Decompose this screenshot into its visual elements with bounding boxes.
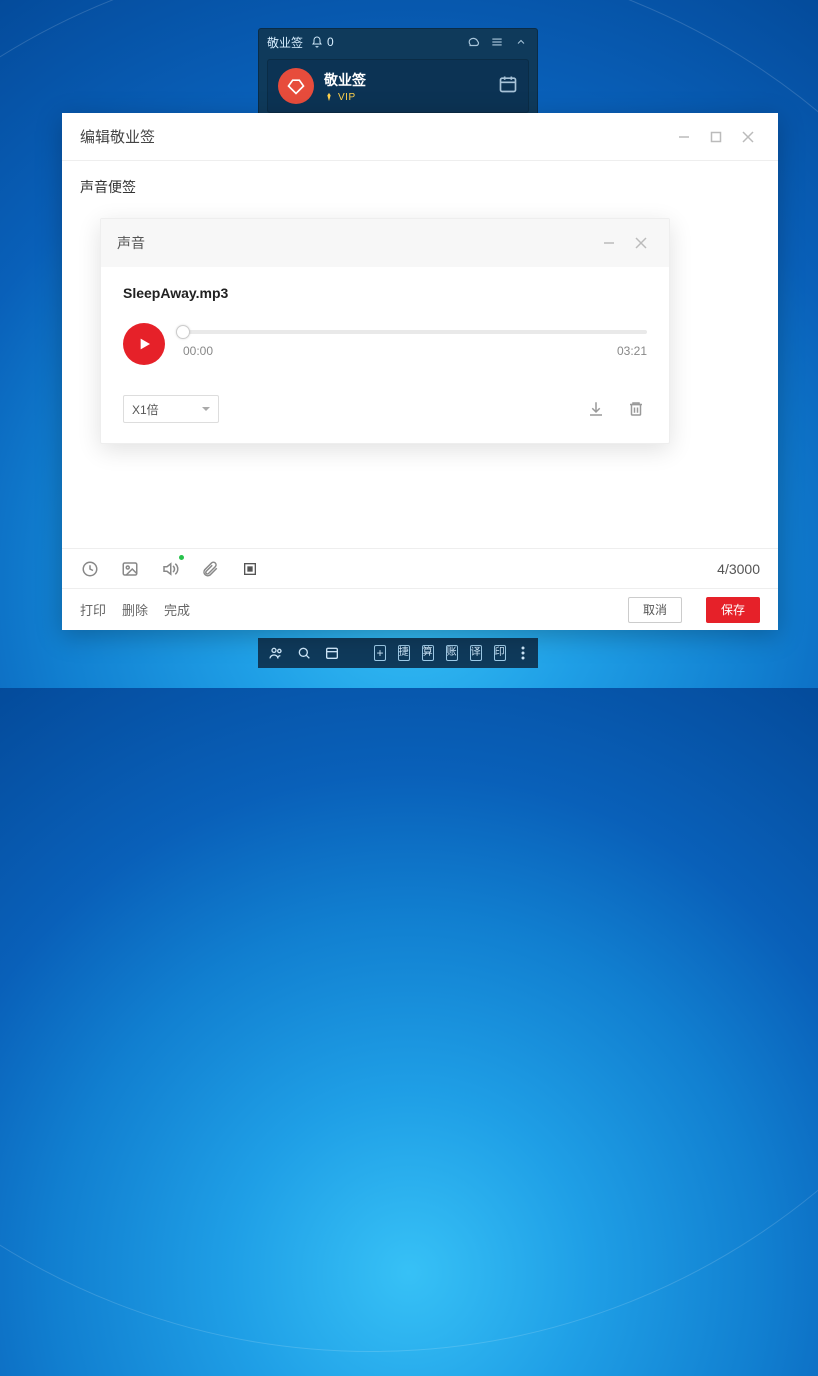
sound-panel-title: 声音 — [117, 233, 145, 253]
sync-icon[interactable] — [465, 34, 481, 50]
trash-button[interactable] — [625, 398, 647, 420]
stop-icon[interactable] — [240, 559, 260, 579]
cancel-button[interactable]: 取消 — [628, 597, 682, 623]
attachment-icon[interactable] — [200, 559, 220, 579]
minimize-button[interactable] — [672, 125, 696, 149]
speed-select-value: X1倍 — [132, 401, 159, 418]
progress-track[interactable] — [183, 330, 647, 334]
background-app-footer: + 捷 算 账 译 印 — [258, 638, 538, 668]
maximize-button[interactable] — [704, 125, 728, 149]
audio-player: 00:00 03:21 — [123, 323, 647, 365]
time-icon[interactable] — [80, 559, 100, 579]
sound-panel-titlebar: 声音 — [101, 219, 669, 267]
calendar-icon[interactable] — [498, 74, 518, 99]
sound-minimize-button[interactable] — [597, 231, 621, 255]
image-icon[interactable] — [120, 559, 140, 579]
footer-tile-2[interactable]: 账 — [446, 645, 458, 661]
print-link[interactable]: 打印 — [80, 600, 106, 619]
add-tile-button[interactable]: + — [374, 645, 385, 661]
modal-action-bar: 打印 删除 完成 取消 保存 — [62, 588, 778, 630]
background-app-title: 敬业签 — [267, 34, 303, 51]
contacts-icon[interactable] — [268, 645, 284, 661]
modal-titlebar: 编辑敬业签 — [62, 113, 778, 161]
calendar-small-icon[interactable] — [324, 645, 340, 661]
vip-badge: VIP — [324, 92, 366, 103]
progress-knob[interactable] — [176, 325, 190, 339]
modal-title-text: 编辑敬业签 — [80, 126, 155, 147]
sound-icon[interactable] — [160, 559, 180, 579]
note-type-label: 声音便签 — [80, 177, 760, 197]
close-button[interactable] — [736, 125, 760, 149]
more-icon[interactable] — [518, 645, 528, 661]
diamond-icon — [324, 92, 334, 102]
done-link[interactable]: 完成 — [164, 600, 190, 619]
footer-tile-3[interactable]: 译 — [470, 645, 482, 661]
collapse-icon[interactable] — [513, 34, 529, 50]
download-button[interactable] — [585, 398, 607, 420]
footer-tile-1[interactable]: 算 — [422, 645, 434, 661]
search-icon[interactable] — [296, 645, 312, 661]
delete-link[interactable]: 删除 — [122, 600, 148, 619]
speed-select[interactable]: X1倍 — [123, 395, 219, 423]
background-app-window: 敬业签 0 敬业签 VIP — [258, 28, 538, 122]
audio-filename: SleepAway.mp3 — [123, 285, 647, 301]
sound-close-button[interactable] — [629, 231, 653, 255]
modal-body: 声音便签 — [62, 161, 778, 548]
bell-icon — [311, 36, 323, 48]
menu-icon[interactable] — [489, 34, 505, 50]
play-button[interactable] — [123, 323, 165, 365]
app-logo-icon — [278, 68, 314, 104]
notification-indicator[interactable]: 0 — [311, 35, 334, 49]
editor-toolbar: 4/3000 — [62, 548, 778, 588]
footer-tile-0[interactable]: 捷 — [398, 645, 410, 661]
play-icon — [136, 336, 152, 352]
char-counter: 4/3000 — [717, 561, 760, 577]
notification-count: 0 — [327, 35, 334, 49]
edit-note-modal: 编辑敬业签 声音便签 4/3000 打印 删 — [62, 113, 778, 630]
current-time: 00:00 — [183, 344, 213, 358]
background-app-titlebar: 敬业签 0 — [259, 29, 537, 55]
background-app-header: 敬业签 VIP — [267, 59, 529, 113]
duration: 03:21 — [617, 344, 647, 358]
footer-tile-4[interactable]: 印 — [494, 645, 506, 661]
sound-panel: 声音 SleepAway.mp3 00:00 03:21 — [100, 218, 670, 444]
background-app-name: 敬业签 — [324, 70, 366, 90]
save-button[interactable]: 保存 — [706, 597, 760, 623]
